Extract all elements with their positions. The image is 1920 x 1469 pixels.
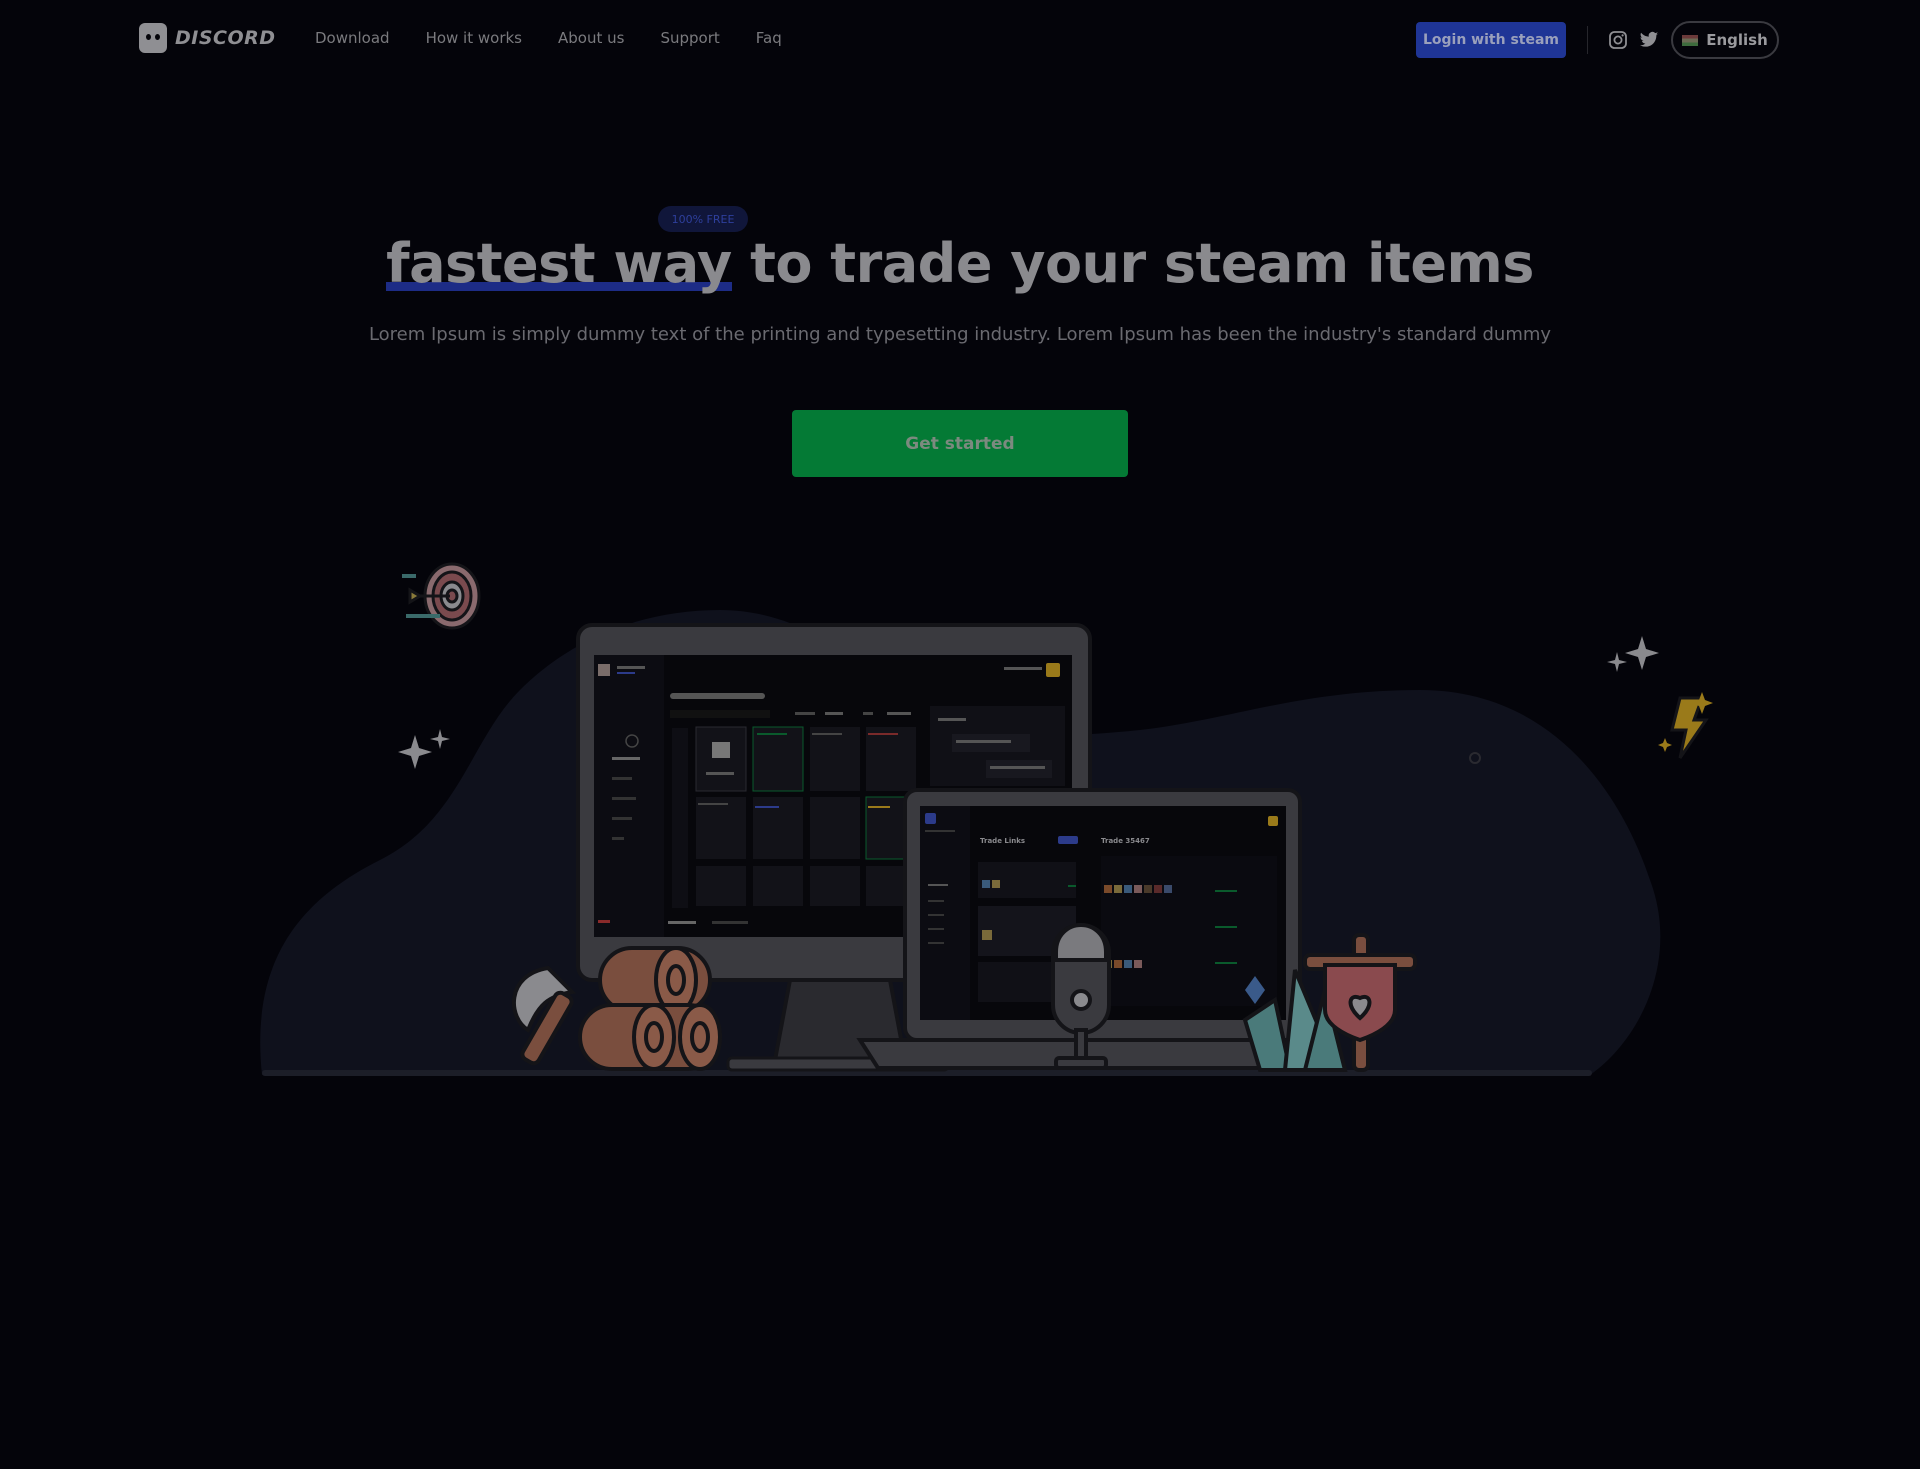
flag-icon: [1682, 34, 1699, 46]
language-label: English: [1706, 31, 1768, 49]
hero-subtitle: Lorem Ipsum is simply dummy text of the …: [368, 324, 1552, 345]
lightning-icon: [1658, 692, 1713, 759]
brand-logo[interactable]: DISCORD: [139, 23, 276, 53]
hero-title-rest: to trade your steam items: [731, 232, 1534, 295]
language-selector[interactable]: English: [1671, 21, 1779, 59]
hero-title: fastest way to trade your steam items: [0, 232, 1920, 295]
nav-faq[interactable]: Faq: [756, 29, 782, 47]
brand-name: DISCORD: [175, 27, 276, 49]
nav-about-us[interactable]: About us: [558, 29, 624, 47]
twitter-icon[interactable]: [1639, 30, 1659, 50]
target-icon: [402, 562, 481, 630]
instagram-icon[interactable]: [1608, 30, 1628, 50]
header-divider: [1587, 26, 1588, 54]
main-nav: Download How it works About us Support F…: [315, 29, 782, 47]
get-started-button[interactable]: Get started: [792, 410, 1128, 477]
hero-illustration: Trade Links Trade 35467: [260, 562, 1713, 1076]
nav-download[interactable]: Download: [315, 29, 390, 47]
wood-logs-illustration: [578, 946, 722, 1071]
free-badge: 100% FREE: [658, 206, 748, 232]
laptop-trade-links-title: Trade Links: [980, 837, 1025, 845]
laptop-trade-id-title: Trade 35467: [1101, 837, 1150, 845]
hero-title-highlight: fastest way: [386, 232, 732, 295]
nav-how-it-works[interactable]: How it works: [426, 29, 522, 47]
nav-support[interactable]: Support: [660, 29, 719, 47]
login-with-steam-button[interactable]: Login with steam: [1416, 22, 1566, 58]
site-header: DISCORD Download How it works About us S…: [0, 0, 1920, 80]
discord-logo-icon: [139, 23, 167, 53]
